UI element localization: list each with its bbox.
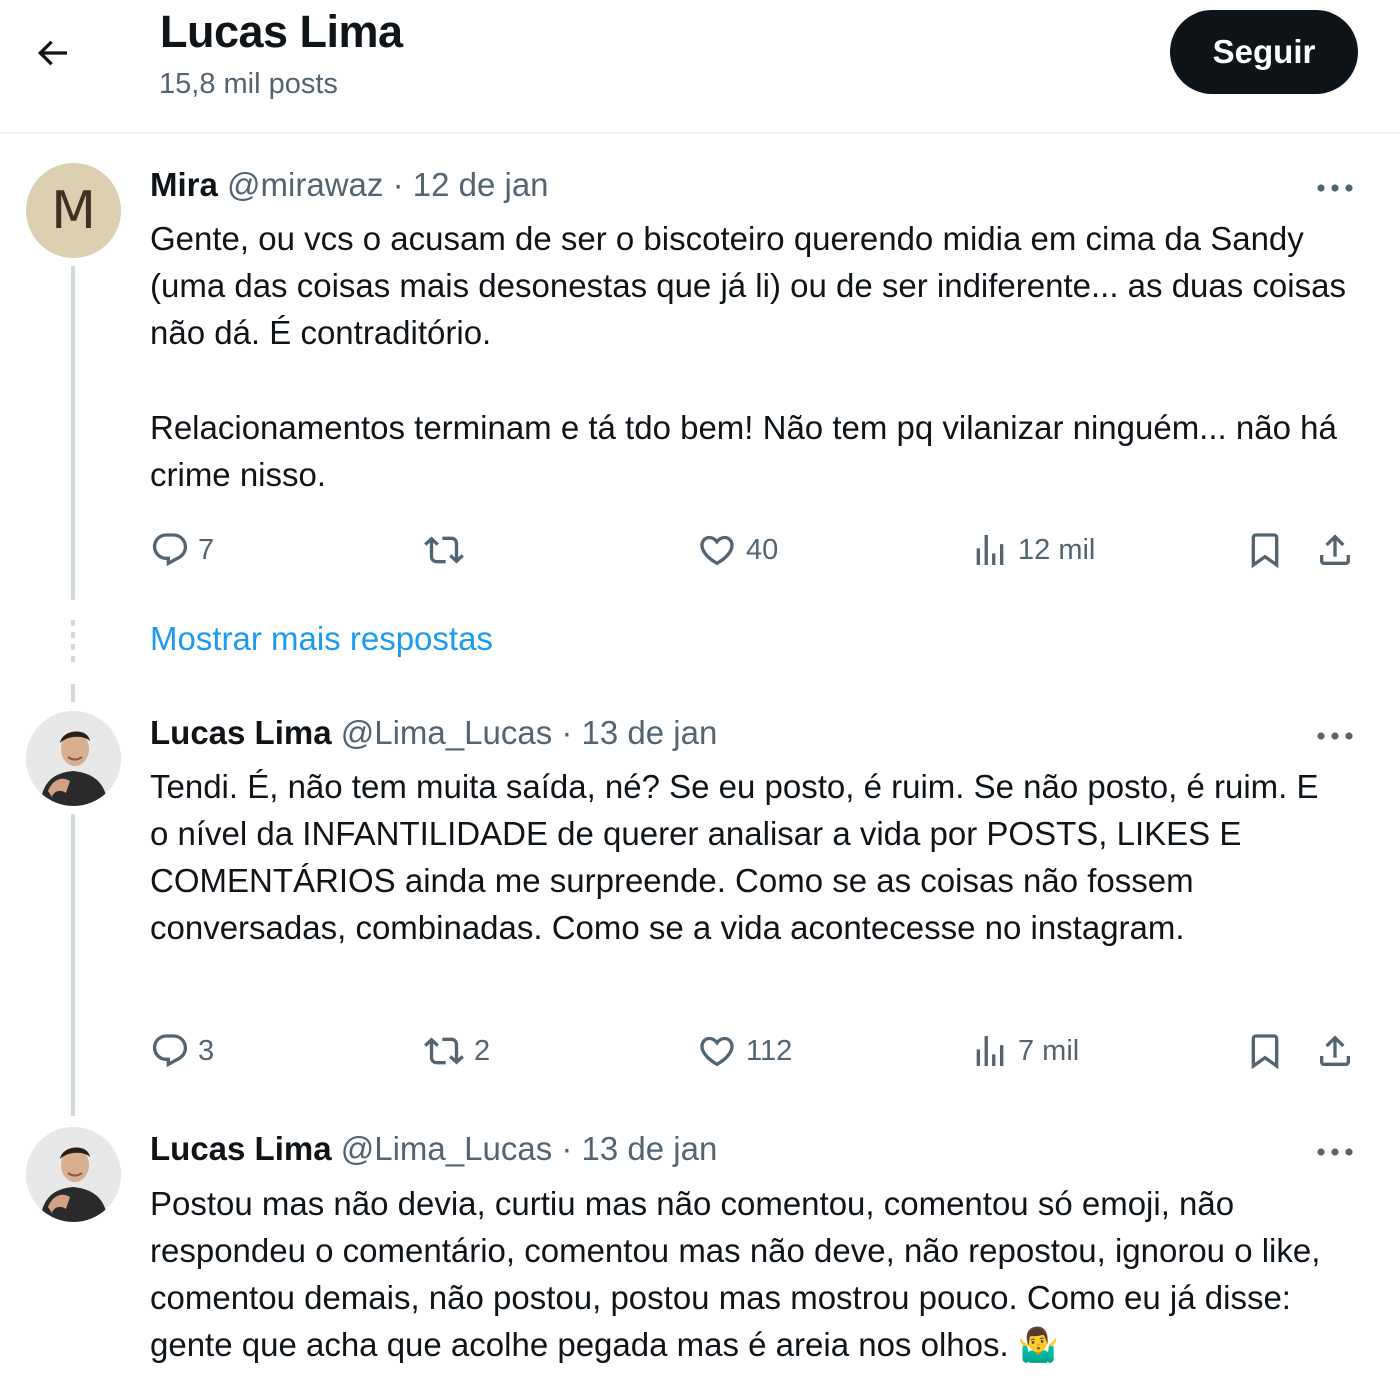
share-button[interactable] [1315,530,1355,570]
tweet-paragraph: Gente, ou vcs o acusam de ser o biscotei… [150,220,1346,351]
repost-count: 2 [474,1034,491,1067]
reply-count: 3 [198,1034,215,1067]
tweet-paragraph: Tendi. É, não tem muita saída, né? Se eu… [150,768,1319,946]
tweet-date[interactable]: 12 de jan [413,166,549,203]
author-handle[interactable]: @mirawaz [227,166,383,203]
reply-icon [152,533,188,567]
tweet-header: Lucas Lima @Lima_Lucas · 13 de jan [150,714,717,752]
tweet-text: Gente, ou vcs o acusam de ser o biscotei… [150,215,1370,498]
view-count: 7 mil [1018,1034,1080,1067]
thread-line [71,266,75,600]
more-options-button[interactable] [1308,1132,1362,1172]
back-button[interactable] [24,28,80,78]
tweet-header: Lucas Lima @Lima_Lucas · 13 de jan [150,1130,717,1168]
author-name[interactable]: Mira [150,166,218,203]
views-button[interactable]: 12 mil [970,530,1095,570]
view-count: 12 mil [1018,533,1096,566]
author-handle[interactable]: @Lima_Lucas [341,714,552,751]
more-options-button[interactable] [1308,168,1362,208]
separator: · [561,1130,573,1167]
views-icon [976,535,1004,565]
reply-button[interactable]: 7 [150,530,214,570]
tweet-paragraph: Relacionamentos terminam e tá tdo bem! N… [150,409,1337,493]
reply-icon [152,1034,188,1068]
tweet-header: Mira @mirawaz · 12 de jan [150,166,549,204]
more-horizontal-icon [1317,1148,1353,1156]
views-icon [976,1036,1004,1066]
show-more-replies-link[interactable]: Mostrar mais respostas [150,620,493,658]
avatar[interactable]: M [26,163,121,258]
reply-button[interactable]: 3 [150,1031,214,1071]
page-title: Lucas Lima [160,6,403,57]
bookmark-button[interactable] [1245,1031,1285,1071]
avatar[interactable] [26,1127,121,1222]
thread-dotted-line [71,620,75,664]
bookmark-icon [1251,533,1279,569]
reply-count: 7 [198,533,215,566]
tweet-paragraph: Postou mas não devia, curtiu mas não com… [150,1185,1321,1363]
tweet-text: Postou mas não devia, curtiu mas não com… [150,1180,1355,1368]
thread-line [71,684,75,702]
share-icon [1320,534,1350,565]
more-horizontal-icon [1317,184,1353,192]
author-handle[interactable]: @Lima_Lucas [341,1130,552,1167]
bookmark-button[interactable] [1245,530,1285,570]
more-horizontal-icon [1317,732,1353,740]
profile-photo [26,711,121,806]
more-options-button[interactable] [1308,716,1362,756]
repost-icon [424,536,464,564]
views-button[interactable]: 7 mil [970,1031,1079,1071]
tweet-date[interactable]: 13 de jan [582,714,718,751]
like-button[interactable]: 112 [696,1031,792,1071]
repost-button[interactable]: 2 [422,1031,490,1071]
share-button[interactable] [1315,1031,1355,1071]
thread-line [71,814,75,1116]
follow-button[interactable]: Seguir [1170,10,1358,94]
author-name[interactable]: Lucas Lima [150,714,332,751]
tweet-date[interactable]: 13 de jan [582,1130,718,1167]
tweet-text: Tendi. É, não tem muita saída, né? Se eu… [150,763,1340,951]
arrow-left-icon [37,40,67,66]
separator: · [392,166,404,203]
repost-button[interactable] [422,530,474,570]
like-count: 112 [746,1034,793,1067]
profile-header: Lucas Lima 15,8 mil posts Seguir [0,0,1400,134]
heart-icon [700,535,734,566]
bookmark-icon [1251,1034,1279,1070]
avatar[interactable] [26,711,121,806]
separator: · [561,714,573,751]
like-count: 40 [746,533,779,566]
profile-photo [26,1127,121,1222]
author-name[interactable]: Lucas Lima [150,1130,332,1167]
post-count: 15,8 mil posts [159,68,338,100]
share-icon [1320,1035,1350,1066]
repost-icon [424,1037,464,1065]
avatar-letter: M [51,180,96,241]
heart-icon [700,1036,734,1067]
like-button[interactable]: 40 [696,530,778,570]
